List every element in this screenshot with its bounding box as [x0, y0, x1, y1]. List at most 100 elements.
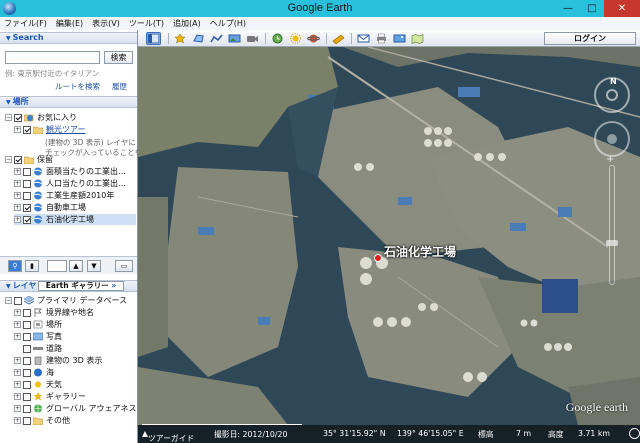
tour-link[interactable]: 観光ツアー: [46, 124, 86, 135]
zoom-slider-thumb[interactable]: [606, 240, 618, 246]
checkbox[interactable]: [23, 416, 31, 425]
route-search-link[interactable]: ルートを検索: [55, 81, 100, 92]
menu-edit[interactable]: 編集(E): [56, 18, 83, 29]
print-icon[interactable]: [374, 32, 389, 45]
email-icon[interactable]: [356, 32, 371, 45]
sidebar-toggle-icon[interactable]: [146, 32, 161, 45]
polygon-icon[interactable]: [191, 32, 206, 45]
planets-icon[interactable]: [306, 32, 321, 45]
login-button[interactable]: ログイン: [544, 32, 636, 45]
layer-row[interactable]: + ギャラリー: [14, 391, 86, 402]
tree-row-saved-item[interactable]: + 面積当たりの工業出…: [14, 166, 136, 177]
expand-icon[interactable]: +: [14, 180, 21, 187]
record-tour-icon[interactable]: [245, 32, 260, 45]
tree-row-saved[interactable]: − 保留: [5, 154, 53, 165]
collapse-icon[interactable]: −: [5, 114, 12, 121]
tree-row-tour[interactable]: + 観光ツアー: [14, 124, 86, 135]
move-joystick-icon[interactable]: [594, 121, 630, 157]
tour-guide-toggle[interactable]: ▲ ツアーガイド: [142, 429, 194, 443]
layer-row[interactable]: 道路: [14, 343, 62, 354]
save-image-icon[interactable]: [392, 32, 407, 45]
menu-add[interactable]: 追加(A): [173, 18, 201, 29]
search-button[interactable]: 検索: [104, 51, 133, 64]
checkbox[interactable]: [14, 155, 22, 164]
layer-row[interactable]: + グローバル アウェアネス: [14, 403, 136, 414]
search-history-link[interactable]: 履歴: [112, 81, 127, 92]
checkbox[interactable]: [23, 167, 31, 176]
earth-gallery-button[interactable]: Earth ギャラリー »: [38, 281, 124, 291]
expand-icon[interactable]: +: [14, 381, 21, 388]
menu-file[interactable]: ファイル(F): [4, 18, 47, 29]
search-input[interactable]: [5, 51, 100, 64]
expand-icon[interactable]: +: [14, 357, 21, 364]
layer-row[interactable]: + 海: [14, 367, 54, 378]
layer-row[interactable]: + 境界線や地名: [14, 307, 94, 318]
checkbox[interactable]: [23, 344, 31, 353]
collapse-icon[interactable]: −: [5, 297, 12, 304]
checkbox[interactable]: [23, 368, 31, 377]
places-panel-header[interactable]: ▼ 場所: [0, 96, 137, 108]
layer-row[interactable]: + その他: [14, 415, 70, 426]
checkbox[interactable]: [23, 191, 31, 200]
tree-row-saved-item[interactable]: + 自動車工場: [14, 202, 136, 213]
layers-panel-header[interactable]: ▼ レイヤ Earth ギャラリー »: [0, 280, 137, 292]
expand-icon[interactable]: +: [14, 405, 21, 412]
image-overlay-icon[interactable]: [227, 32, 242, 45]
move-up-icon[interactable]: ▲: [69, 260, 83, 272]
close-icon[interactable]: ✕: [604, 0, 640, 17]
places-filter-input[interactable]: [47, 260, 67, 272]
checkbox[interactable]: [14, 113, 22, 122]
collapse-icon[interactable]: −: [5, 156, 12, 163]
placemark-icon[interactable]: [173, 32, 188, 45]
layer-row[interactable]: + 場所: [14, 319, 62, 330]
zoom-slider[interactable]: +: [606, 154, 618, 285]
minimize-icon[interactable]: —: [556, 0, 580, 17]
checkbox[interactable]: [23, 320, 31, 329]
tree-row-saved-item-selected[interactable]: + 石油化学工場: [14, 214, 136, 225]
expand-icon[interactable]: +: [14, 309, 21, 316]
expand-icon[interactable]: +: [14, 369, 21, 376]
expand-icon[interactable]: +: [14, 168, 21, 175]
checkbox[interactable]: [23, 179, 31, 188]
tree-row-saved-item[interactable]: + 人口当たりの工業出…: [14, 178, 136, 189]
zoom-in-icon[interactable]: +: [606, 154, 614, 165]
checkbox[interactable]: [23, 215, 31, 224]
expand-icon[interactable]: +: [14, 204, 21, 211]
expand-icon[interactable]: +: [14, 216, 21, 223]
expand-icon[interactable]: +: [14, 393, 21, 400]
checkbox[interactable]: [23, 356, 31, 365]
expand-icon[interactable]: +: [14, 192, 21, 199]
placemark-pin-icon[interactable]: [374, 254, 382, 262]
checkbox[interactable]: [23, 380, 31, 389]
layer-row-primary-database[interactable]: − プライマリ データベース: [5, 295, 127, 306]
look-joystick-icon[interactable]: [606, 89, 618, 101]
checkbox[interactable]: [14, 296, 22, 305]
layer-row[interactable]: + 天気: [14, 379, 62, 390]
panel-toggle-icon[interactable]: ▮: [25, 260, 39, 272]
checkbox[interactable]: [23, 125, 31, 134]
maximize-icon[interactable]: □: [580, 0, 604, 17]
path-icon[interactable]: [209, 32, 224, 45]
checkbox[interactable]: [23, 203, 31, 212]
tree-row-saved-item[interactable]: + 工業生産額2010年: [14, 190, 136, 201]
placemark-label[interactable]: 石油化学工場: [384, 243, 456, 260]
expand-icon[interactable]: +: [14, 126, 21, 133]
checkbox[interactable]: [23, 332, 31, 341]
checkbox[interactable]: [23, 404, 31, 413]
search-magnifier-icon[interactable]: ⚲: [8, 260, 22, 272]
view-in-maps-icon[interactable]: [410, 32, 425, 45]
sunlight-icon[interactable]: [288, 32, 303, 45]
ruler-icon[interactable]: [331, 32, 346, 45]
layer-row[interactable]: + 建物の 3D 表示: [14, 355, 102, 366]
layer-row[interactable]: + 写真: [14, 331, 62, 342]
menu-tools[interactable]: ツール(T): [129, 18, 164, 29]
tree-row-favorites[interactable]: − お気に入り: [5, 112, 77, 123]
add-folder-icon[interactable]: ▭: [115, 260, 133, 272]
menu-help[interactable]: ヘルプ(H): [210, 18, 246, 29]
expand-icon[interactable]: +: [14, 417, 21, 424]
look-compass-icon[interactable]: N: [594, 77, 630, 113]
expand-icon[interactable]: +: [14, 321, 21, 328]
move-down-icon[interactable]: ▼: [87, 260, 101, 272]
menu-view[interactable]: 表示(V): [92, 18, 120, 29]
search-panel-header[interactable]: ▼ Search: [0, 32, 137, 44]
